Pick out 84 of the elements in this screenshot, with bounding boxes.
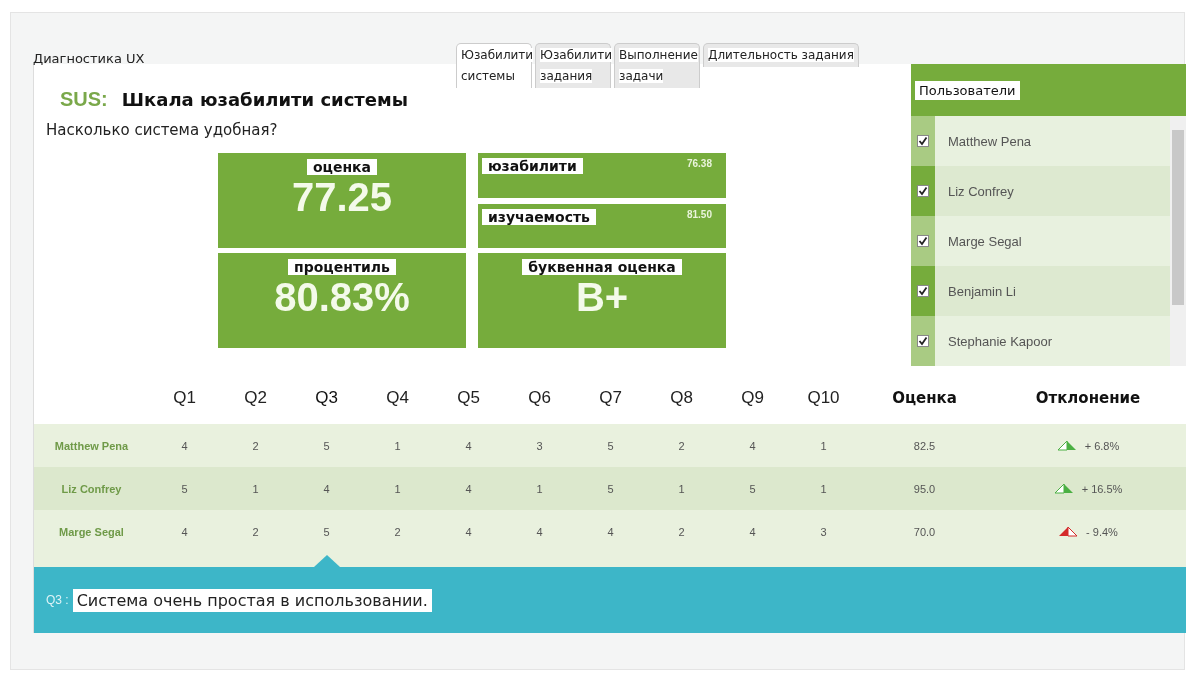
column-header[interactable]: Q6 <box>504 388 575 408</box>
user-row[interactable]: Benjamin Li <box>911 266 1170 316</box>
column-header[interactable]: Q7 <box>575 388 646 408</box>
table-cell-text: 82.5 <box>912 439 937 452</box>
tile-value: 76.38 <box>686 158 712 169</box>
table-cell-text: 4 <box>464 525 473 538</box>
tab[interactable]: Выполнение задачи <box>614 43 700 88</box>
table-cell-text: 4 <box>464 482 473 495</box>
tile-label: изучаемость <box>482 208 596 225</box>
page-heading: Шкала юзабилити системы <box>121 89 408 110</box>
subtitle: Насколько система удобная? <box>46 121 279 139</box>
column-header[interactable]: Q2 <box>220 388 291 408</box>
table-cell-text: 2 <box>393 525 402 538</box>
user-name: Stephanie Kapoor <box>948 333 1053 349</box>
table-cell-text: 4 <box>322 482 331 495</box>
question-text: Система очень простая в использовании. <box>72 588 432 612</box>
sus-label: SUS: <box>60 88 108 111</box>
tile-label: юзабилити <box>482 158 583 174</box>
table-cell-text: 5 <box>322 439 331 452</box>
user-name: Matthew Pena <box>53 439 130 452</box>
question-label: Q3 : <box>46 593 69 607</box>
column-header[interactable]: Q4 <box>362 388 433 408</box>
checkbox[interactable] <box>917 335 929 347</box>
checkbox[interactable] <box>917 185 929 197</box>
table-cell-text: 4 <box>464 439 473 452</box>
table-cell-text: 5 <box>606 482 615 495</box>
tile-label: буквенная оценка <box>522 259 682 275</box>
tile-value: B+ <box>575 275 629 319</box>
user-name: Marge Segal <box>948 233 1022 249</box>
table-cell-text: 1 <box>535 482 544 495</box>
column-header[interactable]: Q8 <box>646 388 717 408</box>
table-cell-text: 4 <box>748 525 757 538</box>
column-header[interactable]: Q3 <box>291 388 362 408</box>
app-title: Диагностика UX <box>33 51 146 66</box>
table-cell-text: 5 <box>180 482 189 495</box>
deviation-value: + 6.8% <box>1084 439 1120 452</box>
checkbox[interactable] <box>917 235 929 247</box>
user-name: Marge Segal <box>58 525 125 538</box>
table-cell-text: 2 <box>251 439 260 452</box>
table-cell-text: 4 <box>606 525 615 538</box>
table-cell-text: 1 <box>251 482 260 495</box>
table-cell-text: 5 <box>322 525 331 538</box>
table-cell-text: 4 <box>748 439 757 452</box>
panel-title: Пользователи <box>915 80 1020 100</box>
user-row[interactable]: Liz Confrey <box>911 166 1170 216</box>
user-name: Liz Confrey <box>948 183 1014 199</box>
table-cell-text: 5 <box>748 482 757 495</box>
checkbox[interactable] <box>917 285 929 297</box>
table-cell-text: 1 <box>393 482 402 495</box>
column-header: Оценка <box>891 389 958 407</box>
table-cell-text: 1 <box>819 482 828 495</box>
checkbox[interactable] <box>917 135 929 147</box>
tile-value: 77.25 <box>291 175 393 219</box>
column-header[interactable]: Q1 <box>149 388 220 408</box>
tile-label: оценка <box>306 159 378 175</box>
deviation-value: - 9.4% <box>1086 525 1118 538</box>
table-cell-text: 4 <box>180 525 189 538</box>
table-cell-text: 2 <box>677 525 686 538</box>
column-header[interactable]: Q5 <box>433 388 504 408</box>
user-name: Benjamin Li <box>948 283 1016 299</box>
table-cell-text: 95.0 <box>912 482 937 495</box>
tile-value: 81.50 <box>686 208 712 220</box>
user-name: Matthew Pena <box>948 133 1032 149</box>
table-cell-text: 1 <box>393 439 402 452</box>
column-header[interactable]: Q10 <box>788 388 859 408</box>
user-name: Liz Confrey <box>60 482 123 495</box>
table-cell-text: 2 <box>677 439 686 452</box>
tile-label: процентиль <box>288 259 396 275</box>
table-cell-text: 3 <box>819 525 828 538</box>
table-cell-text: 1 <box>819 439 828 452</box>
column-header: Отклонение <box>1034 389 1142 407</box>
table-cell-text: 3 <box>535 439 544 452</box>
table-cell-text: 4 <box>180 439 189 452</box>
table-cell-text: 4 <box>535 525 544 538</box>
table-cell-text: 1 <box>677 482 686 495</box>
column-header[interactable]: Q9 <box>717 388 788 408</box>
deviation-value: + 16.5% <box>1081 482 1123 495</box>
table-cell-text: 2 <box>251 525 260 538</box>
table-cell-text: 5 <box>606 439 615 452</box>
tile-value: 80.83% <box>274 275 410 319</box>
table-cell-text: 70.0 <box>912 525 937 538</box>
tab[interactable]: Юзабилити системы <box>456 43 532 88</box>
tab[interactable]: Длительность задания <box>703 43 859 67</box>
tab[interactable]: Юзабилити задания <box>535 43 611 88</box>
